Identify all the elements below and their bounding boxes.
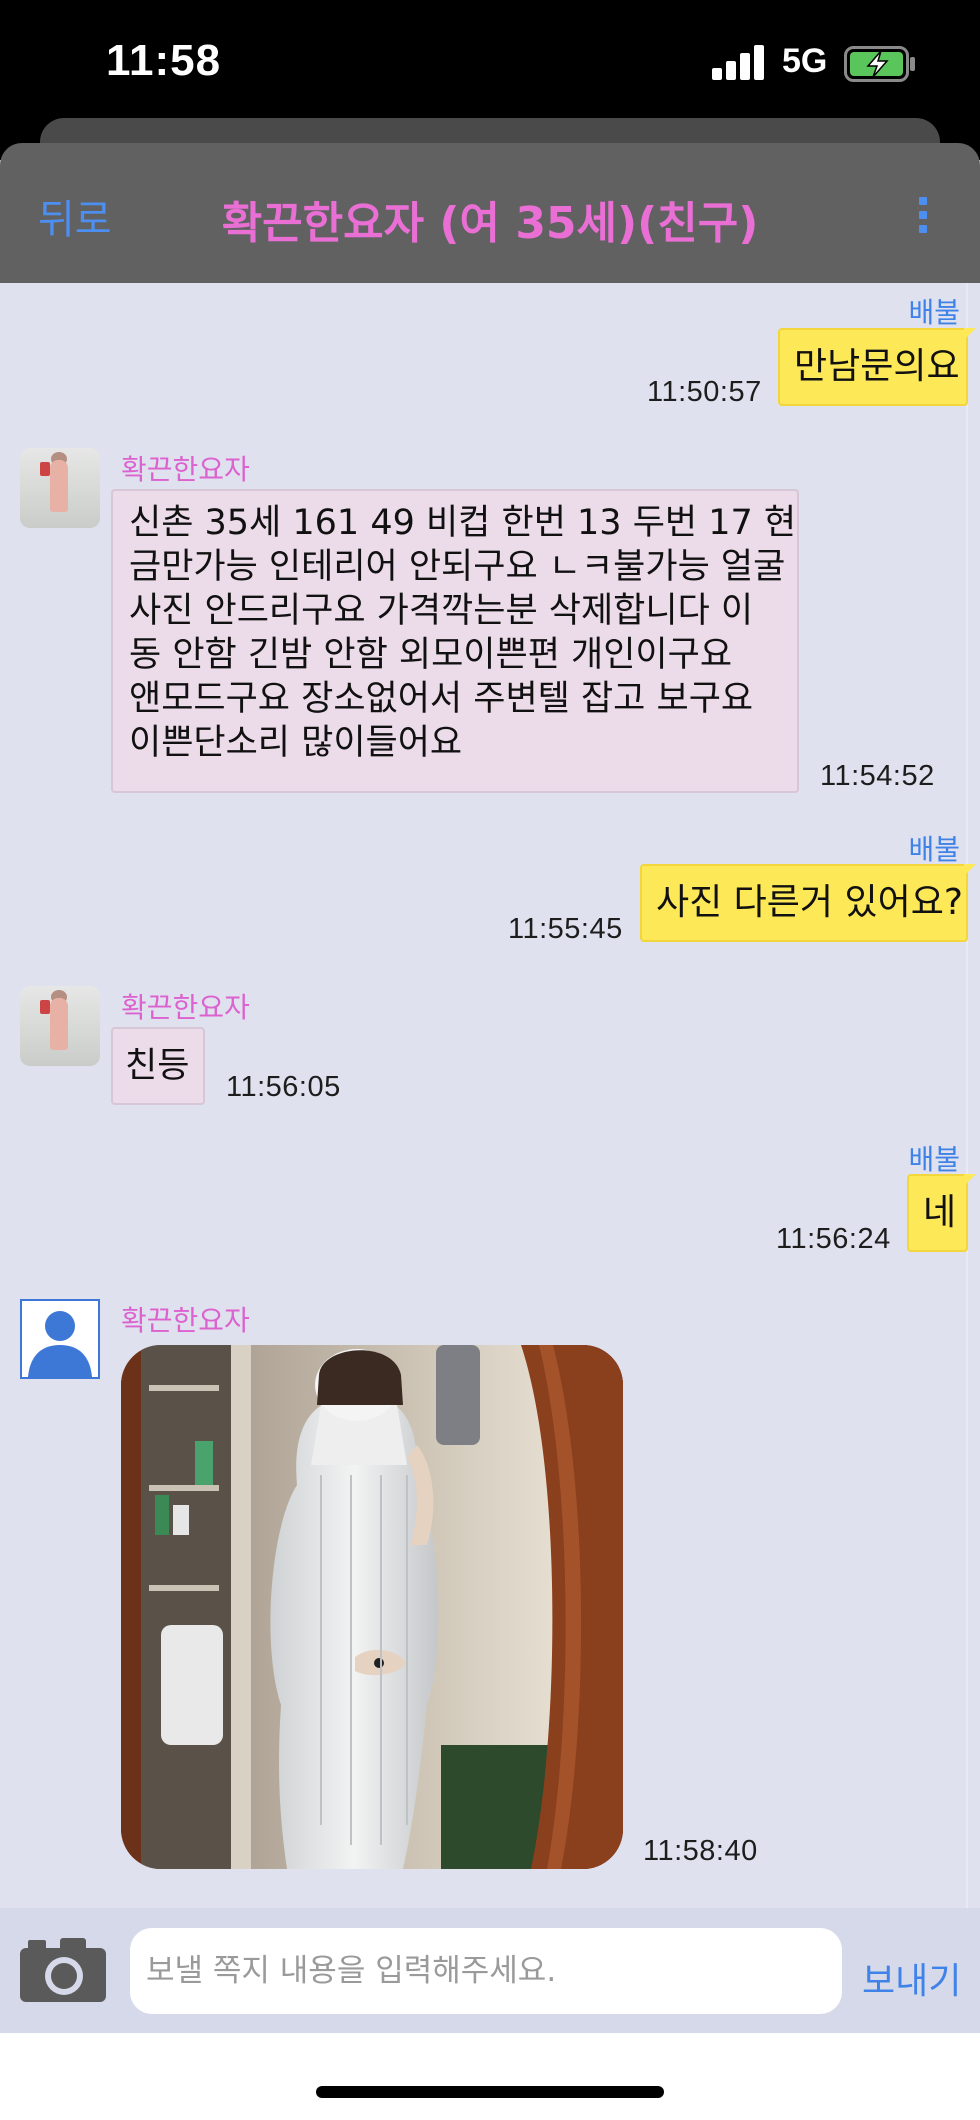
message-line: 금만가능 인테리어 안되구요 ㄴㅋ불가능 얼굴	[129, 547, 786, 587]
sender-name: 확끈한요자	[121, 453, 250, 486]
sender-name: 확끈한요자	[121, 1304, 250, 1337]
message-line: 앤모드구요 장소없어서 주변텔 잡고 보구요	[129, 679, 754, 719]
home-indicator[interactable]	[316, 2086, 664, 2098]
signal-icon	[712, 44, 768, 80]
message-time: 11:54:52	[820, 760, 935, 792]
status-time: 11:58	[106, 36, 222, 85]
my-message-bubble[interactable]: 만남문의요	[778, 328, 976, 406]
sender-name: 배불	[908, 296, 960, 329]
my-message-bubble[interactable]: 네	[907, 1174, 976, 1252]
my-message-bubble[interactable]: 사진 다른거 있어요?	[640, 864, 976, 942]
message-input[interactable]	[130, 1928, 842, 2014]
composer-bar: 보내기	[0, 1908, 980, 2033]
message-line: 신촌 35세 161 49 비컵 한번 13 두번 17 현	[129, 503, 797, 543]
message-time: 11:56:24	[776, 1223, 891, 1255]
message-line: 동 안함 긴밤 안함 외모이쁜편 개인이구요	[129, 635, 733, 675]
chat-title: 확끈한요자 (여 35세)(친구)	[221, 198, 759, 249]
network-label: 5G	[782, 42, 828, 80]
send-button[interactable]: 보내기	[862, 1952, 961, 2004]
scroll-track	[966, 283, 968, 1908]
vertical-dots-icon[interactable]	[910, 197, 936, 233]
friend-message-bubble[interactable]: 친등	[111, 1027, 205, 1105]
person-silhouette-icon	[28, 1311, 92, 1377]
photo-message[interactable]	[121, 1345, 623, 1869]
camera-icon[interactable]	[20, 1938, 106, 2002]
message-list[interactable]: 배불 11:50:57 만남문의요 확끈한요자 신촌 35세 161 49 비컵…	[0, 283, 980, 1908]
sender-name: 배불	[908, 1143, 960, 1176]
sender-name: 배불	[908, 833, 960, 866]
sender-name: 확끈한요자	[121, 991, 250, 1024]
message-line: 사진 안드리구요 가격깍는분 삭제합니다 이	[129, 591, 754, 631]
home-area	[0, 2033, 980, 2120]
message-line: 이쁜단소리 많이들어요	[129, 723, 463, 763]
default-avatar-icon[interactable]	[20, 1299, 100, 1379]
friend-avatar[interactable]	[20, 448, 100, 528]
friend-message-bubble[interactable]: 신촌 35세 161 49 비컵 한번 13 두번 17 현 금만가능 인테리어…	[111, 489, 799, 793]
message-time: 11:56:05	[226, 1071, 341, 1103]
mirror-selfie-photo	[121, 1345, 623, 1869]
chat-header: 뒤로 확끈한요자 (여 35세)(친구)	[0, 143, 980, 283]
friend-avatar[interactable]	[20, 986, 100, 1066]
message-time: 11:50:57	[647, 376, 762, 408]
message-time: 11:58:40	[643, 1835, 758, 1867]
battery-charging-icon	[844, 46, 915, 82]
message-time: 11:55:45	[508, 913, 623, 945]
